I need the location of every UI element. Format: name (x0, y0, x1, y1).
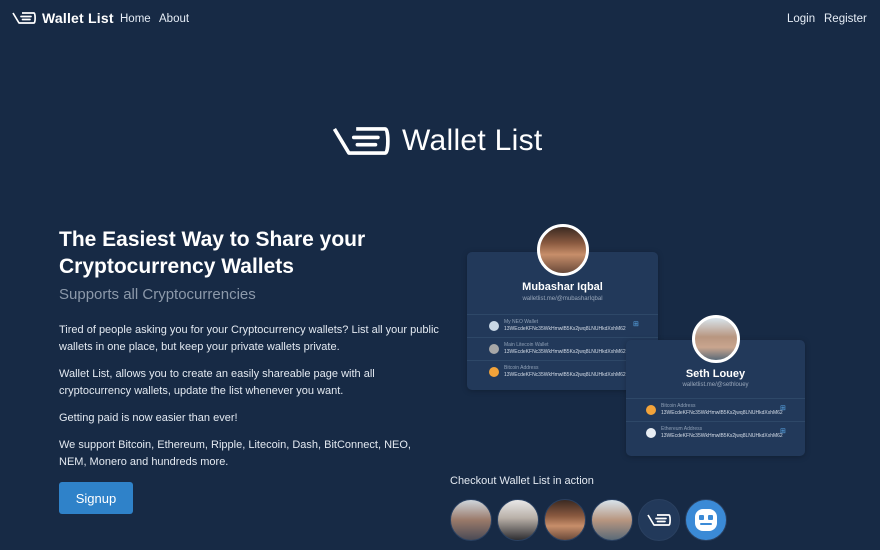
user-avatar-link[interactable] (497, 499, 539, 541)
wallet-address: 13WEcdeKFNc35WkHmwlB5Ks2jwq8LNUHkdXxhM62 (504, 326, 626, 332)
intro-paragraph: Tired of people asking you for your Cryp… (59, 324, 439, 353)
wallet-list-logo-icon (647, 514, 671, 526)
signup-button[interactable]: Signup (59, 482, 133, 514)
profile-url: walletlist.me/@sethlouey (682, 382, 749, 388)
qr-code-icon[interactable]: ⊞ (780, 404, 786, 412)
nav-login-link[interactable]: Login (787, 13, 815, 25)
bitcoin-icon (489, 367, 499, 377)
wallet-list-logo-icon (332, 127, 390, 155)
wallet-address: 13WEcdeKFNc35WkHmwlB5Ks2jwq8LNUHkdXxhM62 (504, 372, 626, 378)
features-paragraph: Wallet List, allows you to create an eas… (59, 368, 375, 397)
page-headline: The Easiest Way to Share your Cryptocurr… (59, 228, 366, 278)
wallet-row: Ethereum Address 13WEcdeKFNc35WkHmwlB5Ks… (626, 421, 805, 444)
nav-about-link[interactable]: About (159, 13, 189, 25)
wallet-name: My NEO Wallet (504, 319, 538, 325)
nav-home-link[interactable]: Home (120, 13, 151, 25)
user-avatar-link[interactable] (591, 499, 633, 541)
litecoin-icon (489, 344, 499, 354)
wallet-address: 13WEcdeKFNc35WkHmwlB5Ks2jwq8LNUHkdXxhM62 (504, 349, 626, 355)
wallet-address: 13WEcdeKFNc35WkHmwlB5Ks2jwq8LNUHkdXxhM62 (661, 410, 783, 416)
tagline-paragraph: Getting paid is now easier than ever! (59, 412, 238, 424)
wallet-name: Main Litecoin Wallet (504, 342, 549, 348)
top-navbar: Wallet List Home About Login Register (0, 0, 880, 40)
qr-code-icon[interactable]: ⊞ (780, 427, 786, 435)
user-avatar-link[interactable] (638, 499, 680, 541)
ethereum-icon (646, 428, 656, 438)
profile-name: Seth Louey (685, 368, 746, 380)
user-avatar-link[interactable] (685, 499, 727, 541)
wallet-name: Bitcoin Address (504, 365, 539, 371)
profile-url: walletlist.me/@mubasharIqbal (522, 296, 603, 302)
nav-register-link[interactable]: Register (824, 13, 867, 25)
wallet-row: My NEO Wallet 13WEcdeKFNc35WkHmwlB5Ks2jw… (467, 314, 658, 337)
wallet-row: Bitcoin Address 13WEcdeKFNc35WkHmwlB5Ks2… (626, 398, 805, 421)
user-avatar-link[interactable] (450, 499, 492, 541)
profile-name: Mubashar Iqbal (522, 281, 603, 293)
wallet-address: 13WEcdeKFNc35WkHmwlB5Ks2jwq8LNUHkdXxhM62 (661, 433, 783, 439)
hero-logo: Wallet List (332, 124, 543, 158)
qr-code-icon[interactable]: ⊞ (633, 320, 639, 328)
supported-coins-paragraph: We support Bitcoin, Ethereum, Ripple, Li… (59, 439, 411, 468)
brand-name: Wallet List (42, 10, 114, 26)
user-avatar-link[interactable] (544, 499, 586, 541)
wallet-name: Bitcoin Address (661, 403, 696, 409)
profile-avatar (537, 224, 589, 276)
page-subheadline: Supports all Cryptocurrencies (59, 286, 256, 303)
hero-logo-text: Wallet List (402, 124, 543, 157)
brand-link[interactable]: Wallet List (12, 10, 114, 26)
neo-coin-icon (489, 321, 499, 331)
profile-avatar (692, 315, 740, 363)
robot-face-icon (695, 509, 717, 531)
bitcoin-icon (646, 405, 656, 415)
showcase-title: Checkout Wallet List in action (450, 475, 594, 487)
wallet-list-logo-icon (12, 12, 36, 24)
wallet-name: Ethereum Address (661, 426, 703, 432)
